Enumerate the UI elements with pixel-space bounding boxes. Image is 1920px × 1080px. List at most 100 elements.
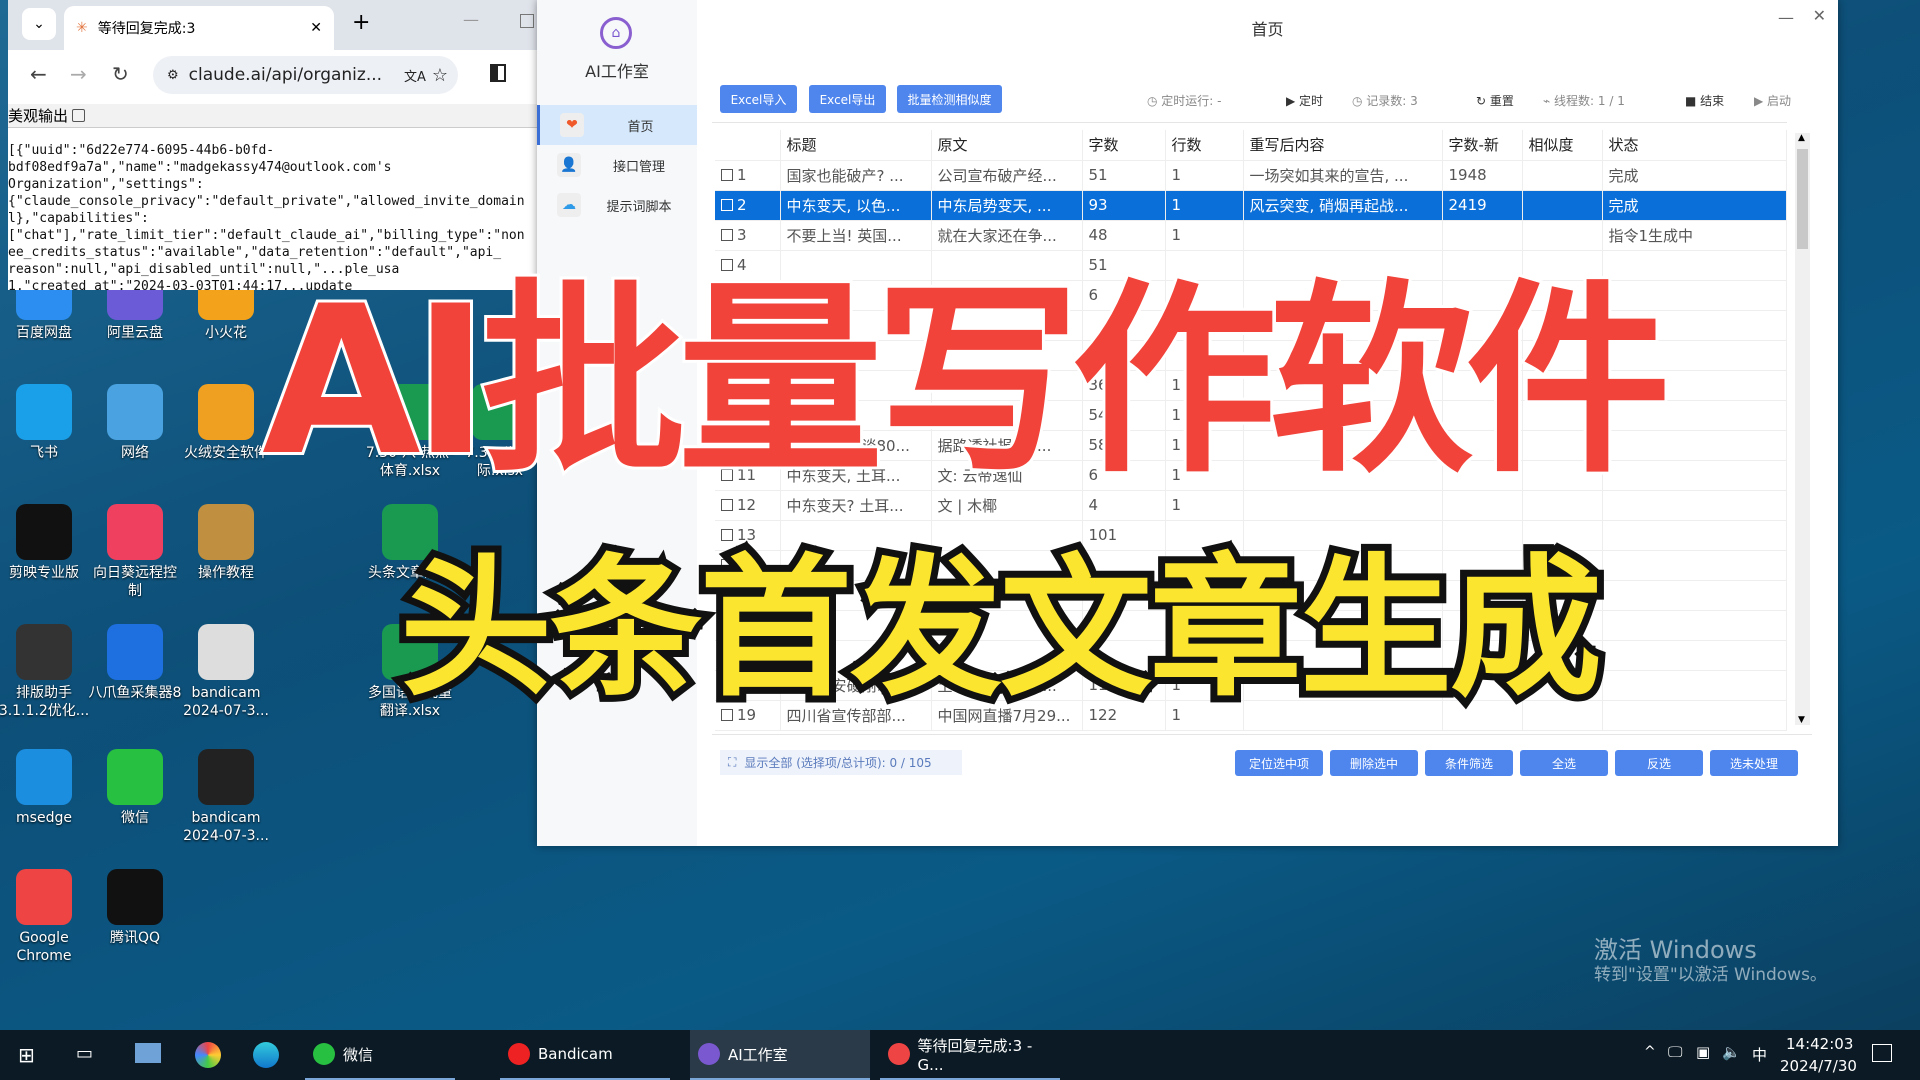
task-view-icon[interactable]: ▭ [76, 1043, 93, 1064]
cell-text: 中东变天, 以色... [786, 196, 901, 215]
pretty-print-bar: 美观输出 [8, 104, 538, 128]
desktop-icon[interactable]: 向日葵远程控制 [87, 504, 183, 600]
sidebar-item-label: 接口管理 [612, 159, 665, 175]
taskbar-item[interactable]: 等待回复完成:3 - G... [880, 1030, 1060, 1080]
ime-indicator[interactable]: 中 [1752, 1044, 1767, 1065]
desktop-icon[interactable]: 网络 [87, 384, 183, 462]
table-cell [1602, 550, 1787, 581]
tray-expand-icon[interactable]: ^ [1644, 1044, 1656, 1060]
app-icon [16, 624, 72, 680]
desktop-icon-label: 火绒安全软件 [184, 445, 268, 461]
footer-button-2[interactable]: 条件筛选 [1425, 750, 1513, 776]
cell-text: 1 [1171, 166, 1182, 184]
batch-similarity-button[interactable]: 批量检测相似度 [897, 85, 1002, 113]
notification-icon[interactable] [1872, 1044, 1892, 1062]
tab-list-button[interactable]: ⌄ [22, 8, 56, 40]
url-field[interactable]: ⚙ claude.ai/api/organiz... 文A ☆ [153, 56, 458, 94]
column-header[interactable]: 重写后内容 [1243, 130, 1443, 161]
explorer-icon[interactable] [135, 1043, 161, 1063]
sidebar-item-0[interactable]: ❤ 首页 [537, 105, 697, 145]
desktop-icon[interactable]: 操作教程 [178, 504, 274, 582]
pretty-print-checkbox[interactable] [72, 109, 86, 122]
column-header[interactable]: 字数 [1082, 130, 1166, 161]
desktop-icon[interactable]: 腾讯QQ [87, 869, 183, 947]
column-header[interactable]: 状态 [1602, 130, 1787, 161]
network-icon[interactable]: 🖵 [1668, 1043, 1682, 1061]
footer-button-1[interactable]: 删除选中 [1330, 750, 1418, 776]
minimize-icon[interactable]: — [463, 10, 479, 29]
desktop-icon[interactable]: 火绒安全软件 [178, 384, 274, 462]
desktop-icon[interactable]: 排版助手3.1.1.2优化... [0, 624, 92, 720]
footer-button-3[interactable]: 全选 [1520, 750, 1608, 776]
column-header[interactable]: 行数 [1165, 130, 1244, 161]
cell-text: 中东局势变天, ... [937, 196, 1052, 215]
desktop-icon[interactable]: 剪映专业版 [0, 504, 92, 582]
browser-360-icon[interactable] [195, 1042, 221, 1068]
new-tab-icon[interactable]: + [352, 10, 370, 35]
minimize-icon[interactable]: — [1778, 8, 1794, 27]
close-icon[interactable]: ✕ [1813, 6, 1826, 25]
back-icon[interactable]: ← [30, 62, 47, 86]
desktop-icon[interactable]: Google Chrome [0, 869, 92, 965]
row-select-cell[interactable]: 1 [715, 160, 781, 191]
excel-export-button[interactable]: Excel导出 [809, 85, 886, 113]
selection-status[interactable]: ⛶ 显示全部 (选择项/总计项): 0 / 105 [720, 750, 962, 775]
desktop-icon-label: bandicam 2024-07-3... [183, 685, 269, 719]
app-icon [107, 624, 163, 680]
clock-date[interactable]: 2024/7/30 [1780, 1057, 1857, 1075]
column-header[interactable]: 原文 [931, 130, 1083, 161]
start-button[interactable]: ▶ 启动 [1754, 92, 1791, 109]
desktop-icon-label: 小火花 [205, 325, 247, 341]
clock-time[interactable]: 14:42:03 [1786, 1035, 1853, 1053]
cell-text: 国家也能破产? ... [786, 166, 904, 185]
start-icon[interactable]: ⊞ [18, 1043, 35, 1067]
sidebar-item-1[interactable]: 👤 接口管理 [537, 145, 697, 185]
forward-icon[interactable]: → [70, 62, 87, 86]
app-icon [198, 504, 254, 560]
taskbar-item[interactable]: Bandicam [500, 1030, 670, 1080]
headline-overlay: AI批量写作软件 [259, 260, 1674, 504]
security-alert-icon[interactable]: ▣ [1696, 1043, 1710, 1061]
stop-button[interactable]: ■ 结束 [1685, 92, 1724, 109]
column-header[interactable]: 标题 [780, 130, 932, 161]
site-settings-icon[interactable]: ⚙ [167, 68, 179, 83]
browser-tab[interactable]: ✳ 等待回复完成:3 ✕ [64, 6, 334, 50]
edge-icon[interactable] [253, 1042, 279, 1068]
column-header[interactable]: 字数-新 [1442, 130, 1523, 161]
star-icon[interactable]: ☆ [432, 65, 448, 86]
timer-label: 定时 [1299, 94, 1324, 108]
side-panel-icon[interactable] [490, 64, 506, 82]
expand-icon: ⛶ [728, 755, 737, 769]
maximize-icon[interactable] [520, 14, 534, 28]
scroll-down-icon[interactable]: ▼ [1798, 715, 1805, 725]
cell-text: 完成 [1608, 196, 1639, 215]
taskbar-item[interactable]: 微信 [305, 1030, 455, 1080]
desktop-icon[interactable]: bandicam 2024-07-3... [178, 624, 274, 720]
excel-import-button[interactable]: Excel导入 [720, 85, 797, 113]
desktop-icon[interactable]: 八爪鱼采集器8 [87, 624, 183, 702]
desktop-icon[interactable]: bandicam 2024-07-3... [178, 749, 274, 845]
scrollbar-thumb[interactable] [1797, 149, 1808, 249]
footer-button-4[interactable]: 反选 [1615, 750, 1703, 776]
column-header[interactable]: 相似度 [1522, 130, 1603, 161]
footer-button-5[interactable]: 选未处理 [1710, 750, 1798, 776]
volume-icon[interactable]: 🔈 [1722, 1043, 1741, 1061]
taskbar-item[interactable]: AI工作室 [690, 1030, 870, 1080]
row-checkbox[interactable] [721, 199, 733, 211]
desktop-icon[interactable]: 微信 [87, 749, 183, 827]
reload-icon[interactable]: ↻ [112, 62, 129, 86]
reset-button[interactable]: ↻ 重置 [1476, 92, 1514, 109]
scroll-up-icon[interactable]: ▲ [1798, 133, 1805, 143]
app-icon [16, 504, 72, 560]
footer-button-0[interactable]: 定位选中项 [1235, 750, 1323, 776]
desktop-icon[interactable]: msedge [0, 749, 92, 827]
row-checkbox[interactable] [721, 169, 733, 181]
table-row[interactable]: 1 国家也能破产? ... 公司宣布破产经... 51 1 一场突如其来的宣告, ... 1… [715, 160, 1787, 191]
close-tab-icon[interactable]: ✕ [310, 20, 322, 36]
heart-icon: ❤ [560, 113, 584, 137]
app-icon [198, 749, 254, 805]
translate-icon[interactable]: 文A [404, 66, 426, 85]
timer-button[interactable]: ▶ 定时 [1286, 92, 1323, 109]
desktop-icon[interactable]: 飞书 [0, 384, 92, 462]
table-scrollbar[interactable]: ▲ ▼ [1795, 133, 1810, 725]
